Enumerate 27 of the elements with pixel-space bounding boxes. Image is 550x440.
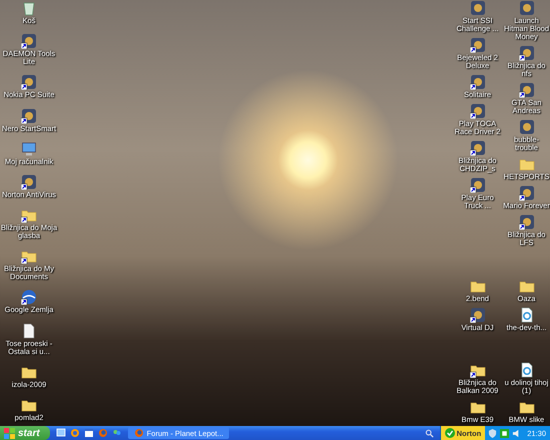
document-icon[interactable] [21, 322, 37, 339]
start-button[interactable]: start [0, 426, 50, 440]
app-icon[interactable] [518, 185, 534, 201]
app-icon[interactable] [518, 45, 534, 61]
app-icon[interactable] [470, 140, 486, 156]
windows-logo-icon [4, 428, 15, 438]
recycle-bin-icon[interactable] [21, 0, 37, 16]
app-icon[interactable] [470, 74, 486, 90]
app-icon[interactable] [470, 177, 486, 193]
app-icon[interactable] [21, 174, 37, 190]
app-icon[interactable] [21, 74, 37, 90]
app-icon[interactable] [518, 214, 534, 230]
app-icon[interactable] [21, 33, 37, 50]
computer-icon[interactable] [21, 140, 37, 157]
app-icon[interactable] [518, 82, 534, 98]
media-file-icon[interactable] [518, 306, 534, 322]
app-icon[interactable] [470, 37, 486, 53]
app-icon[interactable] [470, 103, 486, 119]
window-icon[interactable] [84, 428, 94, 438]
network-icon[interactable] [500, 428, 510, 438]
media-file-icon[interactable] [518, 362, 534, 378]
globe-icon[interactable] [21, 289, 37, 306]
app-icon[interactable] [21, 108, 37, 124]
checkmark-icon [444, 428, 455, 438]
browser-icon[interactable] [70, 428, 80, 438]
speaker-icon[interactable] [512, 428, 522, 438]
search-icon[interactable] [424, 428, 434, 438]
